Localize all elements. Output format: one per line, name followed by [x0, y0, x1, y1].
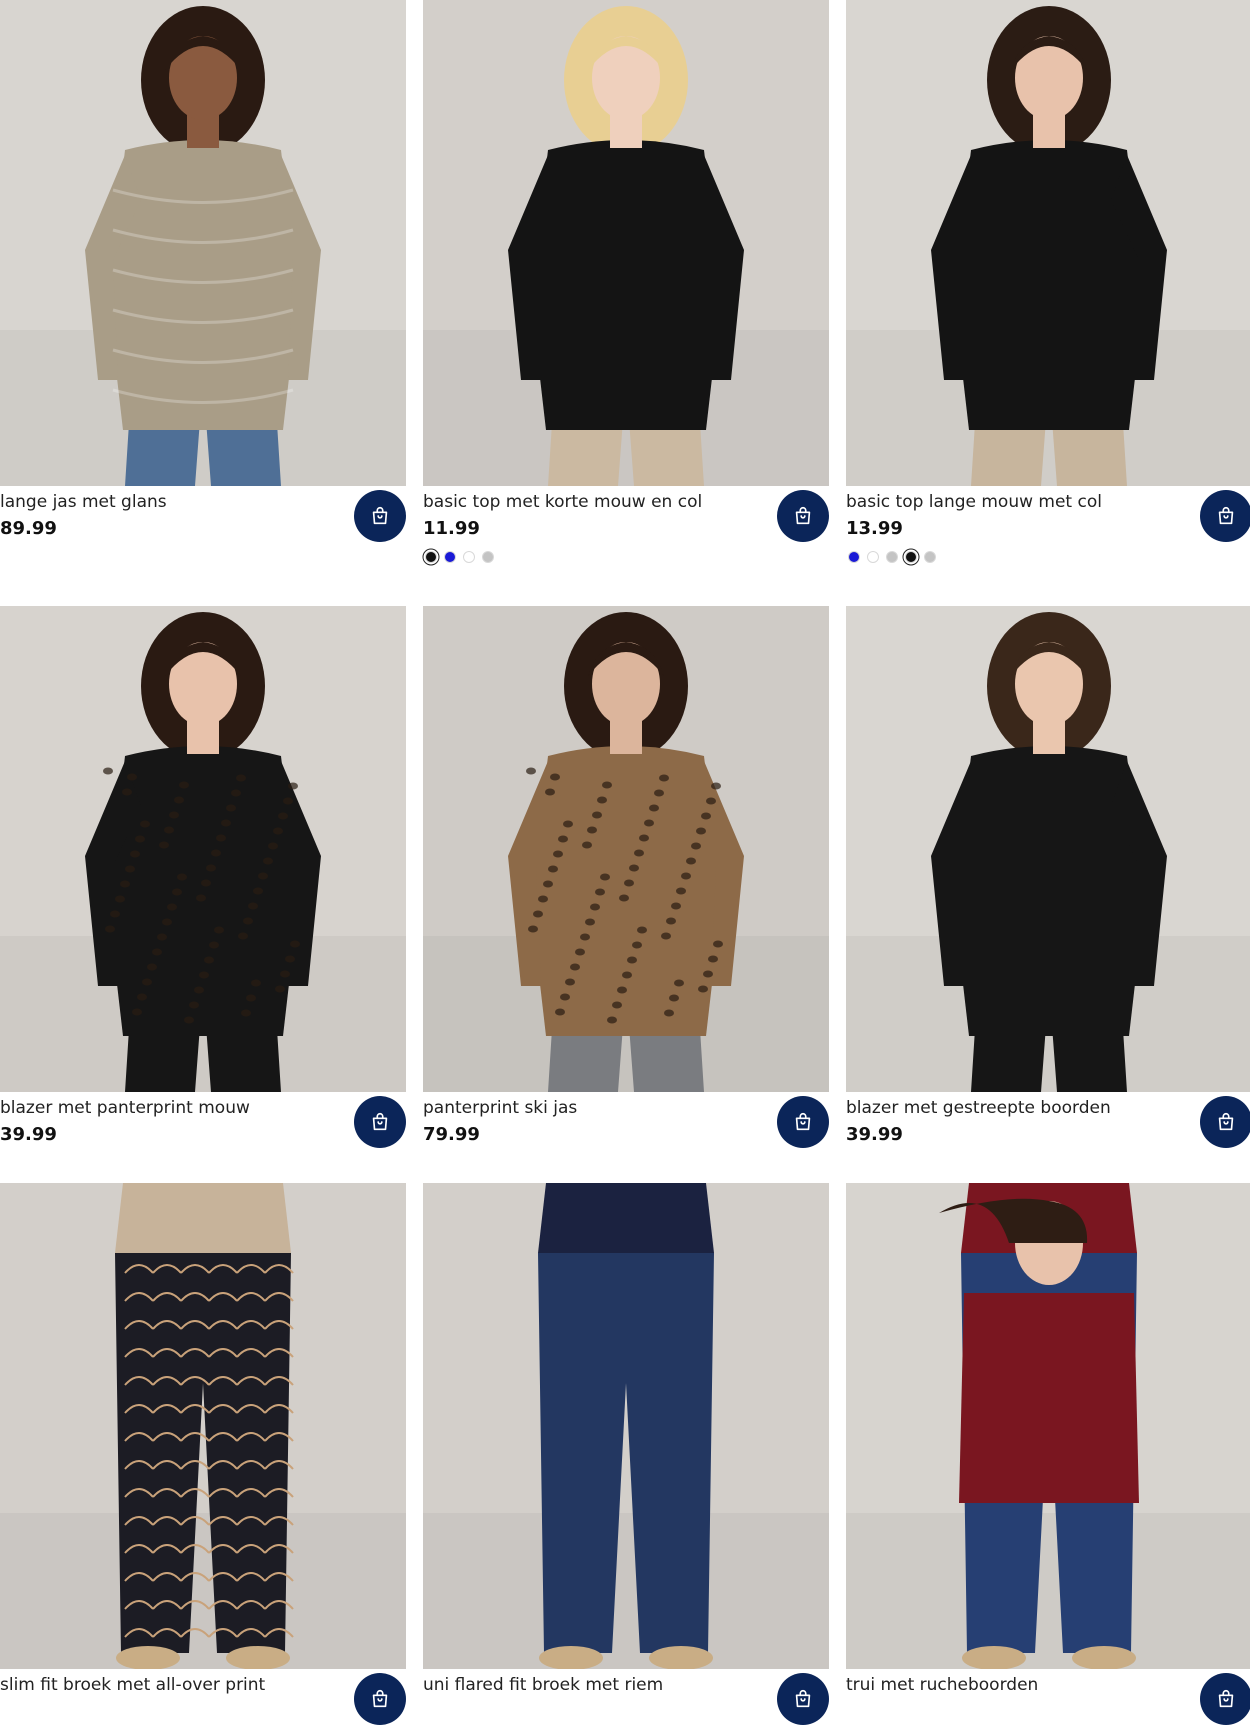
product-card[interactable]: slim fit broek met all-over print — [0, 1183, 406, 1725]
shopping-bag-icon — [369, 1688, 391, 1710]
add-to-cart-button[interactable] — [1200, 490, 1250, 542]
add-to-cart-button[interactable] — [777, 1673, 829, 1725]
product-photo-illustration — [0, 1183, 406, 1669]
product-card[interactable]: panterprint ski jas 79.99 — [423, 606, 829, 1186]
color-swatch[interactable] — [924, 551, 936, 563]
product-photo-illustration — [0, 0, 406, 486]
shopping-bag-icon — [792, 505, 814, 527]
product-image[interactable] — [423, 1183, 829, 1669]
add-to-cart-button[interactable] — [354, 490, 406, 542]
product-price: 39.99 — [0, 1124, 57, 1145]
product-card[interactable]: uni flared fit broek met riem — [423, 1183, 829, 1725]
shopping-bag-icon — [792, 1111, 814, 1133]
add-to-cart-button[interactable] — [777, 490, 829, 542]
product-image[interactable] — [846, 606, 1250, 1092]
color-swatches — [425, 551, 494, 563]
color-swatch[interactable] — [886, 551, 898, 563]
color-swatch[interactable] — [482, 551, 494, 563]
product-title[interactable]: lange jas met glans — [0, 491, 167, 513]
product-price: 11.99 — [423, 518, 480, 539]
shopping-bag-icon — [1215, 1111, 1237, 1133]
product-image[interactable] — [423, 606, 829, 1092]
color-swatch[interactable] — [425, 551, 437, 563]
product-card[interactable]: basic top lange mouw met col 13.99 — [846, 0, 1250, 580]
add-to-cart-button[interactable] — [1200, 1096, 1250, 1148]
add-to-cart-button[interactable] — [354, 1096, 406, 1148]
product-price: 39.99 — [846, 1124, 903, 1145]
color-swatch[interactable] — [444, 551, 456, 563]
add-to-cart-button[interactable] — [1200, 1673, 1250, 1725]
product-card[interactable]: blazer met gestreepte boorden 39.99 — [846, 606, 1250, 1186]
product-photo-illustration — [423, 606, 829, 1092]
product-title[interactable]: basic top met korte mouw en col — [423, 491, 702, 513]
product-photo-illustration — [846, 0, 1250, 486]
product-image[interactable] — [0, 1183, 406, 1669]
product-title[interactable]: blazer met gestreepte boorden — [846, 1097, 1111, 1119]
color-swatch[interactable] — [905, 551, 917, 563]
product-price: 89.99 — [0, 518, 57, 539]
product-image[interactable] — [0, 606, 406, 1092]
product-title[interactable]: panterprint ski jas — [423, 1097, 577, 1119]
shopping-bag-icon — [1215, 1688, 1237, 1710]
product-photo-illustration — [0, 606, 406, 1092]
color-swatches — [848, 551, 936, 563]
product-title[interactable]: slim fit broek met all-over print — [0, 1674, 265, 1696]
product-photo-illustration — [423, 0, 829, 486]
color-swatch[interactable] — [867, 551, 879, 563]
product-price: 79.99 — [423, 1124, 480, 1145]
shopping-bag-icon — [369, 505, 391, 527]
product-image[interactable] — [846, 1183, 1250, 1669]
add-to-cart-button[interactable] — [777, 1096, 829, 1148]
shopping-bag-icon — [1215, 505, 1237, 527]
product-title[interactable]: trui met rucheboorden — [846, 1674, 1038, 1696]
product-image[interactable] — [846, 0, 1250, 486]
product-image[interactable] — [0, 0, 406, 486]
product-photo-illustration — [423, 1183, 829, 1669]
product-card[interactable]: blazer met panterprint mouw 39.99 — [0, 606, 406, 1186]
product-photo-illustration — [846, 606, 1250, 1092]
product-title[interactable]: basic top lange mouw met col — [846, 491, 1102, 513]
product-card[interactable]: basic top met korte mouw en col 11.99 — [423, 0, 829, 580]
product-price: 13.99 — [846, 518, 903, 539]
shopping-bag-icon — [369, 1111, 391, 1133]
color-swatch[interactable] — [463, 551, 475, 563]
product-title[interactable]: blazer met panterprint mouw — [0, 1097, 250, 1119]
product-grid: lange jas met glans 89.99 basic top met ko… — [0, 0, 1250, 1725]
add-to-cart-button[interactable] — [354, 1673, 406, 1725]
product-card[interactable]: lange jas met glans 89.99 — [0, 0, 406, 580]
product-title[interactable]: uni flared fit broek met riem — [423, 1674, 663, 1696]
product-image[interactable] — [423, 0, 829, 486]
color-swatch[interactable] — [848, 551, 860, 563]
product-card[interactable]: trui met rucheboorden — [846, 1183, 1250, 1725]
shopping-bag-icon — [792, 1688, 814, 1710]
product-photo-illustration — [846, 1183, 1250, 1669]
